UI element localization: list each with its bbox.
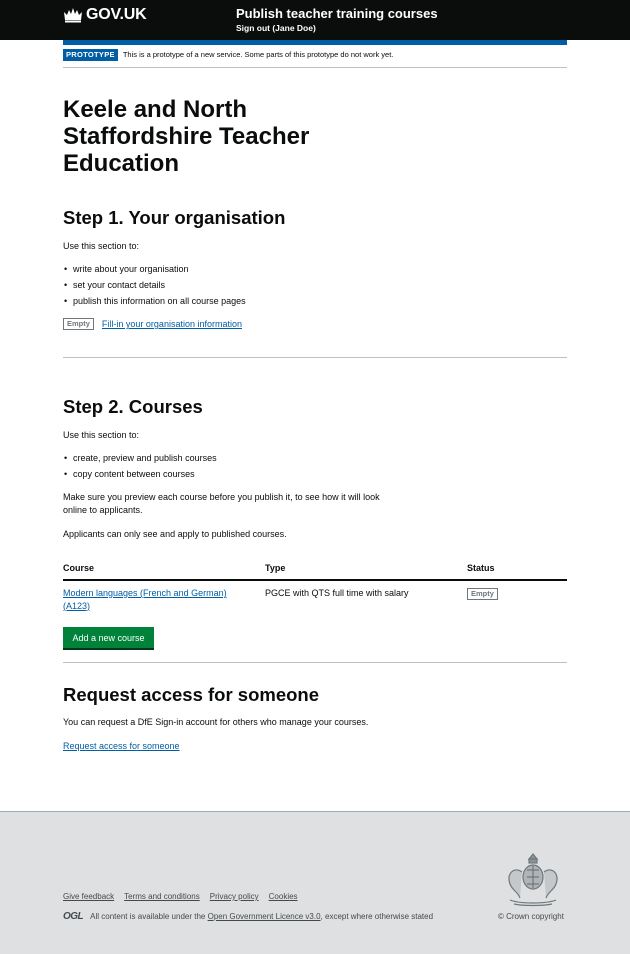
request-access-link[interactable]: Request access for someone <box>63 740 180 753</box>
fill-in-organisation-link[interactable]: Fill-in your organisation information <box>102 319 242 329</box>
crown-copyright-link[interactable]: © Crown copyright <box>498 912 564 921</box>
course-link[interactable]: Modern languages (French and German) (A1… <box>63 588 227 611</box>
phase-banner-text: This is a prototype of a new service. So… <box>122 50 394 59</box>
course-type-cell: PGCE with QTS full time with salary <box>265 588 409 598</box>
govuk-logo-text: GOV.UK <box>86 6 147 23</box>
column-header-course: Course <box>63 559 265 581</box>
list-item: write about your organisation <box>63 261 246 277</box>
site-header: GOV.UK Publish teacher training courses … <box>0 0 630 40</box>
footer-links: Give feedback Terms and conditions Priva… <box>63 892 298 901</box>
column-header-status: Status <box>467 559 567 581</box>
published-courses-text: Applicants can only see and apply to pub… <box>63 529 287 539</box>
course-status-cell: Empty <box>467 580 567 612</box>
column-header-type: Type <box>265 559 467 581</box>
list-item: publish this information on all course p… <box>63 293 246 309</box>
step1-bullet-list: write about your organisation set your c… <box>63 261 246 309</box>
header-blue-bar <box>63 40 567 45</box>
step2-heading: Step 2. Courses <box>63 396 203 417</box>
step1-heading: Step 1. Your organisation <box>63 207 286 228</box>
terms-and-conditions-link[interactable]: Terms and conditions <box>124 892 200 901</box>
list-item: set your contact details <box>63 277 246 293</box>
step2-bullet-list: create, preview and publish courses copy… <box>63 450 217 482</box>
site-footer: Give feedback Terms and conditions Priva… <box>0 811 630 954</box>
prototype-tag: PROTOTYPE <box>63 49 118 61</box>
status-badge: Empty <box>63 318 94 330</box>
add-new-course-button[interactable]: Add a new course <box>63 627 154 648</box>
ogl-logo: OGL <box>63 911 84 922</box>
preview-advice-text: Make sure you preview each course before… <box>63 492 380 515</box>
privacy-policy-link[interactable]: Privacy policy <box>210 892 259 901</box>
phase-banner: PROTOTYPE This is a prototype of a new s… <box>63 49 567 68</box>
service-info: Publish teacher training courses Sign ou… <box>236 6 438 33</box>
section-divider <box>63 357 567 358</box>
crown-icon <box>64 8 82 23</box>
status-badge: Empty <box>467 588 498 600</box>
licence-row: OGL All content is available under the O… <box>63 911 433 922</box>
course-cell: Modern languages (French and German) (A1… <box>63 580 265 612</box>
give-feedback-link[interactable]: Give feedback <box>63 892 114 901</box>
courses-table: Course Type Status Modern languages (Fre… <box>63 559 567 612</box>
sign-out-link[interactable]: Sign out (Jane Doe) <box>236 23 438 33</box>
royal-coat-of-arms-icon <box>508 853 558 907</box>
table-row: Modern languages (French and German) (A1… <box>63 580 567 612</box>
page-title: Keele and North Staffordshire Teacher Ed… <box>63 96 310 177</box>
section-divider <box>63 662 567 663</box>
list-item: copy content between courses <box>63 466 217 482</box>
step2-intro: Use this section to: <box>63 430 140 440</box>
govuk-logo-link[interactable]: GOV.UK <box>63 6 147 24</box>
request-access-heading: Request access for someone <box>63 684 320 705</box>
step1-intro: Use this section to: <box>63 241 140 251</box>
list-item: create, preview and publish courses <box>63 450 217 466</box>
cookies-link[interactable]: Cookies <box>269 892 298 901</box>
request-access-text: You can request a DfE Sign-in account fo… <box>63 717 369 727</box>
open-government-licence-link[interactable]: Open Government Licence v3.0 <box>208 912 321 921</box>
licence-suffix-text: , except where otherwise stated <box>320 912 434 921</box>
organisation-status-row: Empty Fill-in your organisation informat… <box>63 318 242 330</box>
table-header-row: Course Type Status <box>63 559 567 581</box>
licence-prefix-text: All content is available under the <box>90 912 206 921</box>
service-name-link[interactable]: Publish teacher training courses <box>236 6 438 22</box>
